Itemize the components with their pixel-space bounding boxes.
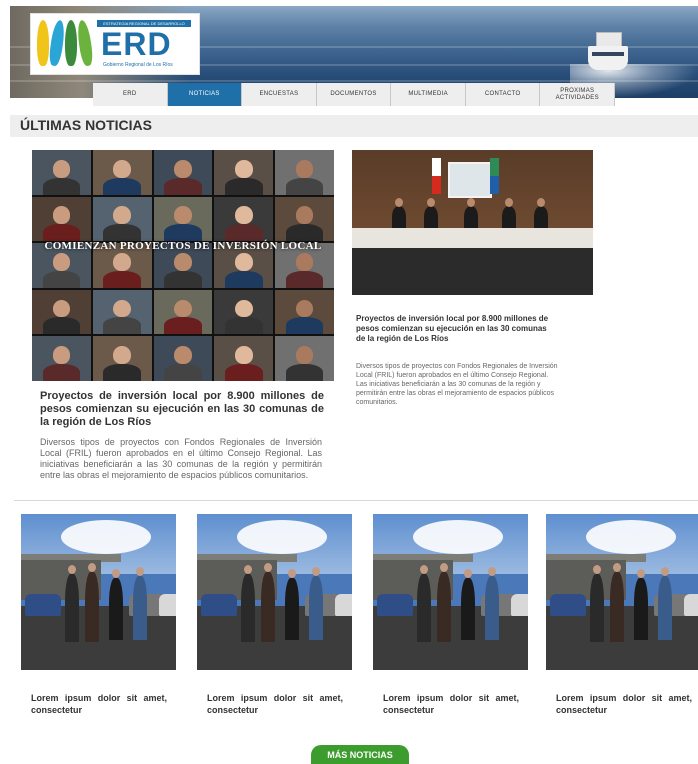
logo-leaf-green-icon [65, 20, 77, 66]
logo-leaf-lightgreen-icon [75, 19, 95, 67]
video-call-participant [153, 196, 213, 242]
video-call-participant [153, 150, 213, 195]
news-card[interactable]: Lorem ipsum dolor sit amet, consectetur [373, 514, 528, 716]
secondary-article-description: Diversos tipos de proyectos con Fondos R… [356, 363, 558, 406]
wall-map [448, 162, 492, 198]
featured-article-title[interactable]: Proyectos de inversión local por 8.900 m… [40, 390, 324, 429]
video-call-participant [214, 150, 274, 195]
video-call-participant [92, 289, 152, 335]
main-nav: ERD NOTICIAS ENCUESTAS DOCUMENTOS MULTIM… [93, 83, 616, 106]
logo-subtitle: Gobierno Regional de Los Ríos [103, 62, 173, 68]
nav-item-proximas-actividades[interactable]: PROXIMAS ACTIVIDADES [540, 83, 616, 106]
video-call-participant [32, 196, 91, 242]
video-call-participant [275, 150, 334, 195]
news-card-caption[interactable]: Lorem ipsum dolor sit amet, consectetur [207, 692, 343, 716]
region-flag [490, 158, 499, 194]
secondary-article-title[interactable]: Proyectos de inversión local por 8.900 m… [356, 314, 556, 344]
more-news-button[interactable]: MÁS NOTICIAS [311, 745, 409, 764]
section-title-bar: ÚLTIMAS NOTICIAS [10, 115, 698, 137]
news-card-image[interactable] [21, 514, 176, 670]
nav-item-documentos[interactable]: DOCUMENTOS [316, 83, 392, 106]
news-card-caption[interactable]: Lorem ipsum dolor sit amet, consectetur [556, 692, 692, 716]
chile-flag [432, 158, 441, 194]
featured-article-description: Diversos tipos de proyectos con Fondos R… [40, 437, 322, 480]
news-card[interactable]: Lorem ipsum dolor sit amet, consectetur [546, 514, 698, 716]
featured-article-image[interactable]: COMIENZAN PROYECTOS DE INVERSIÓN LOCAL [32, 150, 334, 381]
video-call-grid [32, 150, 334, 381]
meeting-person [464, 198, 478, 230]
meeting-person [534, 198, 548, 230]
news-card-caption[interactable]: Lorem ipsum dolor sit amet, consectetur [383, 692, 519, 716]
news-card-caption[interactable]: Lorem ipsum dolor sit amet, consectetur [31, 692, 167, 716]
news-card-image[interactable] [197, 514, 352, 670]
nav-item-noticias[interactable]: NOTICIAS [167, 83, 243, 106]
news-card[interactable]: Lorem ipsum dolor sit amet, consectetur [197, 514, 352, 716]
featured-image-caption: COMIENZAN PROYECTOS DE INVERSIÓN LOCAL [44, 240, 322, 252]
nav-item-contacto[interactable]: CONTACTO [465, 83, 541, 106]
video-call-participant [214, 289, 274, 335]
video-call-participant [214, 196, 274, 242]
logo-brand-text: ERD [101, 26, 172, 62]
video-call-participant [32, 150, 91, 195]
video-call-participant [32, 289, 91, 335]
video-call-participant [92, 336, 152, 381]
section-divider [14, 500, 698, 501]
meeting-person [502, 198, 516, 230]
nav-item-multimedia[interactable]: MULTIMEDIA [391, 83, 466, 106]
video-call-participant [153, 336, 213, 381]
banner-boat-image [588, 26, 628, 70]
meeting-person [424, 198, 438, 230]
video-call-participant [275, 336, 334, 381]
video-call-participant [214, 336, 274, 381]
video-call-participant [32, 336, 91, 381]
video-call-participant [153, 289, 213, 335]
meeting-person [392, 198, 406, 230]
video-call-participant [275, 289, 334, 335]
erd-logo[interactable]: ESTRATEGIA REGIONAL DE DESARROLLO ERD Go… [30, 13, 200, 75]
video-call-participant [92, 150, 152, 195]
logo-leaf-yellow-icon [37, 20, 49, 66]
video-call-participant [92, 196, 152, 242]
nav-item-encuestas[interactable]: ENCUESTAS [242, 83, 317, 106]
nav-item-erd[interactable]: ERD [93, 83, 168, 106]
video-call-participant [275, 196, 334, 242]
secondary-article-image[interactable] [352, 150, 593, 295]
section-title: ÚLTIMAS NOTICIAS [20, 117, 152, 133]
logo-leaf-blue-icon [47, 19, 67, 67]
news-card-image[interactable] [373, 514, 528, 670]
news-card[interactable]: Lorem ipsum dolor sit amet, consectetur [21, 514, 176, 716]
news-card-image[interactable] [546, 514, 698, 670]
